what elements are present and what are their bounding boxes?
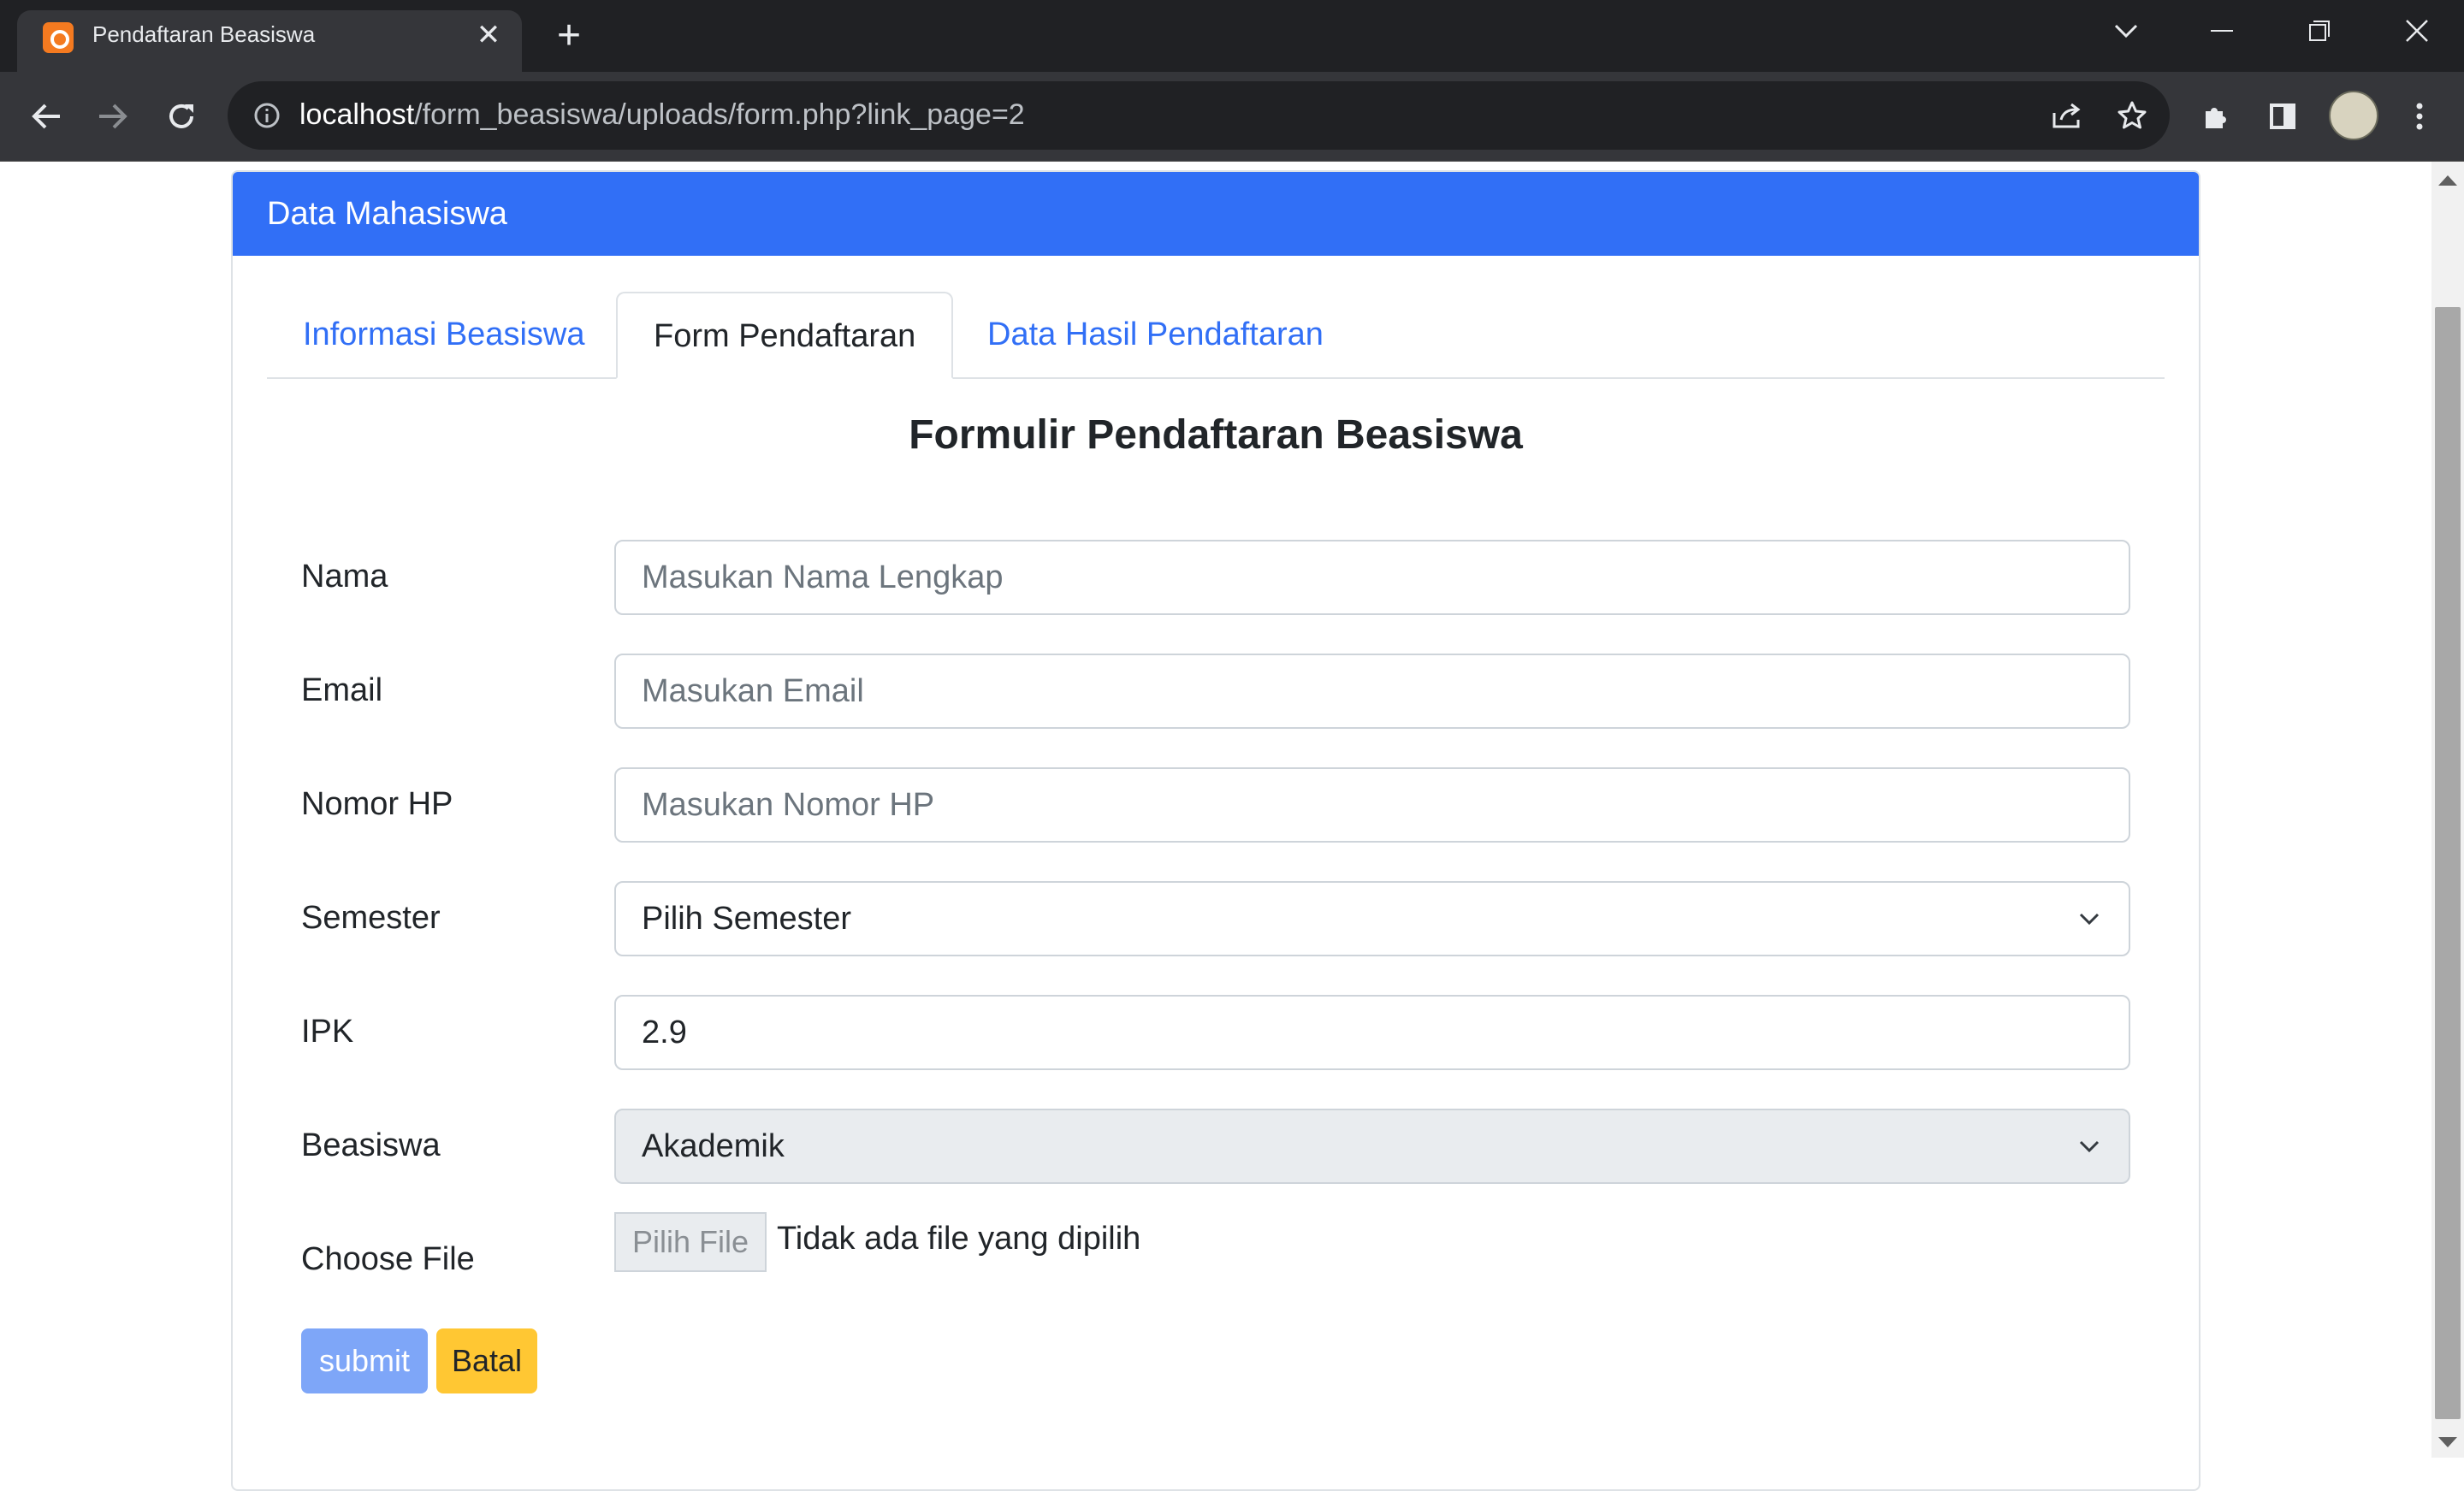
nama-input[interactable]: Masukan Nama Lengkap bbox=[614, 540, 2130, 615]
share-icon[interactable] bbox=[2046, 95, 2088, 136]
semester-select[interactable]: Pilih Semester bbox=[614, 881, 2130, 956]
beasiswa-value: Akademik bbox=[642, 1128, 785, 1164]
chevron-down-icon bbox=[2079, 1140, 2100, 1153]
ipk-input[interactable]: 2.9 bbox=[614, 995, 2130, 1070]
forward-icon[interactable] bbox=[89, 92, 137, 140]
nomor-hp-label: Nomor HP bbox=[301, 786, 453, 822]
nomor-hp-input[interactable]: Masukan Nomor HP bbox=[614, 767, 2130, 843]
profile-avatar[interactable] bbox=[2329, 91, 2378, 140]
scroll-down-icon[interactable] bbox=[2438, 1437, 2457, 1447]
chevron-down-icon bbox=[2079, 913, 2100, 926]
xampp-favicon-icon bbox=[43, 22, 74, 53]
menu-kebab-icon[interactable] bbox=[2396, 92, 2443, 140]
url-host: localhost bbox=[299, 98, 415, 131]
new-tab-icon[interactable]: + bbox=[548, 10, 590, 62]
url-text: localhost/form_beasiswa/uploads/form.php… bbox=[299, 98, 1025, 132]
browser-titlebar: Pendaftaran Beasiswa ✕ + bbox=[0, 0, 2464, 72]
submit-button[interactable]: submit bbox=[301, 1328, 428, 1393]
tab-informasi-beasiswa[interactable]: Informasi Beasiswa bbox=[267, 292, 620, 377]
browser-tab[interactable]: Pendaftaran Beasiswa ✕ bbox=[17, 10, 522, 72]
close-window-icon[interactable] bbox=[2370, 0, 2464, 62]
tab-search-icon[interactable] bbox=[2079, 0, 2173, 62]
url-path: /form_beasiswa/uploads/form.php?link_pag… bbox=[414, 98, 1025, 131]
semester-value: Pilih Semester bbox=[642, 901, 851, 937]
tab-data-hasil-pendaftaran[interactable]: Data Hasil Pendaftaran bbox=[951, 292, 1359, 377]
scrollbar[interactable] bbox=[2431, 162, 2464, 1458]
scroll-up-icon[interactable] bbox=[2438, 175, 2457, 186]
card-header: Data Mahasiswa bbox=[233, 172, 2199, 256]
nama-label: Nama bbox=[301, 559, 388, 595]
semester-label: Semester bbox=[301, 900, 441, 936]
pilih-file-button[interactable]: Pilih File bbox=[614, 1212, 767, 1272]
tab-title: Pendaftaran Beasiswa bbox=[92, 21, 316, 47]
address-bar[interactable]: localhost/form_beasiswa/uploads/form.php… bbox=[228, 81, 2170, 150]
bookmark-star-icon[interactable] bbox=[2112, 95, 2153, 136]
minimize-icon[interactable] bbox=[2175, 0, 2269, 62]
email-input[interactable]: Masukan Email bbox=[614, 654, 2130, 729]
choose-file-label: Choose File bbox=[301, 1241, 475, 1277]
side-panel-icon[interactable] bbox=[2259, 92, 2307, 140]
close-tab-icon[interactable]: ✕ bbox=[467, 14, 510, 56]
extensions-icon[interactable] bbox=[2192, 92, 2240, 140]
form-title: Formulir Pendaftaran Beasiswa bbox=[909, 412, 1523, 458]
page-viewport: Data Mahasiswa Informasi Beasiswa Form P… bbox=[0, 162, 2464, 1491]
ipk-label: IPK bbox=[301, 1014, 354, 1050]
file-status-text: Tidak ada file yang dipilih bbox=[777, 1221, 1141, 1257]
beasiswa-label: Beasiswa bbox=[301, 1127, 441, 1163]
batal-button[interactable]: Batal bbox=[436, 1328, 537, 1393]
data-mahasiswa-card: Data Mahasiswa Informasi Beasiswa Form P… bbox=[231, 170, 2200, 1491]
nav-tabs: Informasi Beasiswa Form Pendaftaran Data… bbox=[267, 292, 2165, 379]
site-info-icon[interactable] bbox=[246, 95, 287, 136]
beasiswa-select[interactable]: Akademik bbox=[614, 1109, 2130, 1184]
scrollbar-thumb[interactable] bbox=[2435, 307, 2461, 1419]
email-label: Email bbox=[301, 672, 383, 708]
restore-icon[interactable] bbox=[2272, 0, 2366, 62]
tab-form-pendaftaran[interactable]: Form Pendaftaran bbox=[616, 292, 954, 379]
reload-icon[interactable] bbox=[157, 92, 205, 140]
back-icon[interactable] bbox=[22, 92, 70, 140]
browser-toolbar: localhost/form_beasiswa/uploads/form.php… bbox=[0, 72, 2464, 162]
